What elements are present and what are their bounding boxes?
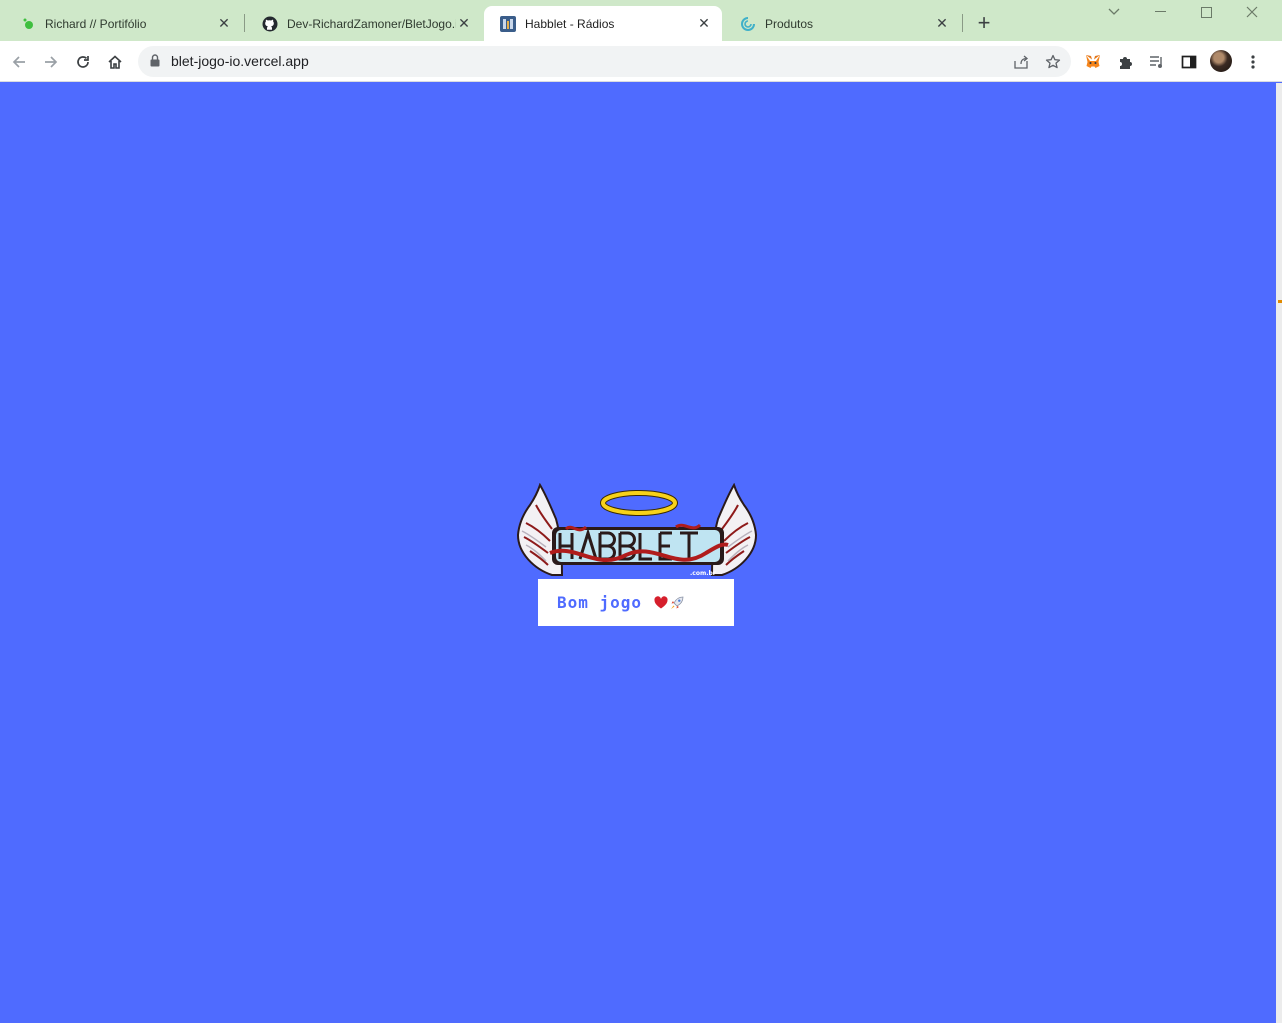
rocket-icon xyxy=(671,596,684,609)
tab-search-icon[interactable] xyxy=(1091,0,1137,24)
profile-avatar[interactable] xyxy=(1210,50,1232,72)
sidepanel-icon[interactable] xyxy=(1176,49,1202,75)
tab-github[interactable]: Dev-RichardZamoner/BletJogo.io ✕ xyxy=(246,6,482,41)
habblet-graffiti-wordmark xyxy=(549,523,729,565)
new-tab-button[interactable]: + xyxy=(972,10,996,35)
lock-icon[interactable] xyxy=(150,54,160,72)
address-url[interactable]: blet-jogo-io.vercel.app xyxy=(171,53,309,69)
close-icon[interactable]: ✕ xyxy=(216,15,232,32)
scrollbar[interactable] xyxy=(1276,83,1282,1023)
bookmark-star-icon[interactable] xyxy=(1043,52,1063,72)
logo-subtext: .com.br xyxy=(690,570,716,577)
habblet-icon xyxy=(500,15,516,32)
close-icon[interactable]: ✕ xyxy=(934,15,950,32)
minimize-icon[interactable] xyxy=(1137,0,1183,24)
tab-title: Produtos xyxy=(765,16,814,31)
swirl-icon xyxy=(740,16,756,32)
tab-separator xyxy=(962,14,963,32)
menu-kebab-icon[interactable] xyxy=(1240,49,1266,75)
address-bar[interactable]: blet-jogo-io.vercel.app xyxy=(138,46,1071,77)
tab-habblet[interactable]: Habblet - Rádios ✕ xyxy=(484,6,722,41)
tab-produtos[interactable]: Produtos ✕ xyxy=(724,6,960,41)
tab-separator xyxy=(244,14,245,32)
green-dot-icon xyxy=(20,16,36,32)
tab-portfolio[interactable]: Richard // Portifólio ✕ xyxy=(4,6,242,41)
metamask-fox-icon[interactable] xyxy=(1080,49,1106,75)
tab-title: Dev-RichardZamoner/BletJogo.io xyxy=(287,16,456,31)
close-icon[interactable]: ✕ xyxy=(456,15,472,32)
browser-toolbar: blet-jogo-io.vercel.app xyxy=(0,41,1282,82)
media-queue-icon[interactable] xyxy=(1144,49,1170,75)
window-close-icon[interactable] xyxy=(1229,0,1275,24)
maximize-icon[interactable] xyxy=(1183,0,1229,24)
close-icon[interactable]: ✕ xyxy=(696,15,712,32)
home-icon[interactable] xyxy=(102,49,128,75)
share-icon[interactable] xyxy=(1011,52,1031,72)
back-icon[interactable] xyxy=(6,49,32,75)
emoji-group xyxy=(654,596,684,610)
tab-title: Habblet - Rádios xyxy=(525,16,615,31)
scrollbar-marker xyxy=(1278,300,1282,303)
halo-icon xyxy=(600,490,678,516)
habblet-logo: .com.br xyxy=(516,483,758,577)
reload-icon[interactable] xyxy=(70,49,96,75)
message-text: Bom jogo xyxy=(557,593,643,612)
message-box: Bom jogo xyxy=(538,579,734,626)
tab-strip: Richard // Portifólio ✕ Dev-RichardZamon… xyxy=(0,0,1282,41)
puzzle-icon[interactable] xyxy=(1112,49,1138,75)
tab-title: Richard // Portifólio xyxy=(45,16,147,31)
forward-icon[interactable] xyxy=(38,49,64,75)
github-icon xyxy=(262,16,278,32)
heart-icon xyxy=(654,596,668,609)
